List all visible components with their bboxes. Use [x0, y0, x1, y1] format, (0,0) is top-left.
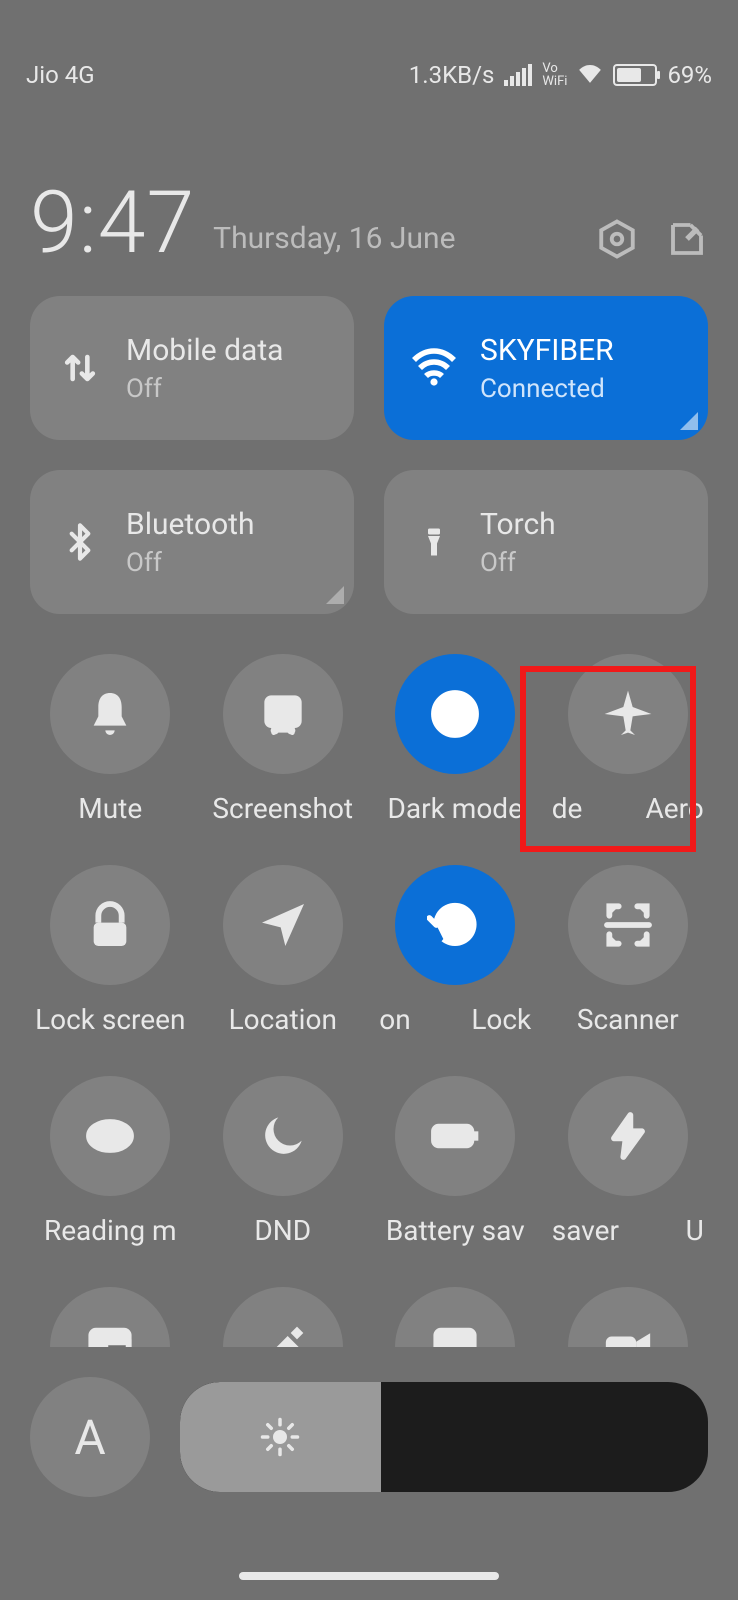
ultra-saver-label: saverU — [548, 1214, 708, 1247]
lockscreen-toggle[interactable]: Lock screen — [30, 865, 190, 1036]
bluetooth-icon — [54, 516, 106, 568]
vowifi-icon: VoWiFi — [542, 62, 567, 88]
airplane-label: deAero — [548, 792, 708, 825]
theme-toggle[interactable] — [203, 1287, 363, 1347]
scanner-label: Scanner — [548, 1003, 708, 1036]
brightness-row: A — [0, 1347, 738, 1497]
torch-icon — [408, 516, 460, 568]
netspeed-label: 1.3KB/s — [409, 61, 495, 89]
wifi-label: SKYFIBER — [480, 333, 614, 368]
bluetooth-label: Bluetooth — [126, 507, 255, 542]
cast-toggle[interactable] — [375, 1287, 535, 1347]
location-label: Location — [203, 1003, 363, 1036]
nav-handle[interactable] — [239, 1572, 499, 1580]
darkmode-label: Dark mode — [375, 792, 535, 825]
rotation-lock-toggle[interactable]: onLock — [375, 865, 535, 1036]
wifi-status-icon — [577, 61, 603, 89]
battery-icon — [613, 64, 657, 86]
carrier-label: Jio 4G — [26, 61, 95, 89]
wifi-tile[interactable]: SKYFIBER Connected — [384, 296, 708, 440]
auto-brightness-label: A — [74, 1409, 105, 1466]
mobile-data-label: Mobile data — [126, 333, 283, 368]
ultra-saver-toggle[interactable]: saverU — [548, 1076, 708, 1247]
auto-brightness-toggle[interactable]: A — [30, 1377, 150, 1497]
mute-label: Mute — [30, 792, 190, 825]
wifi-icon — [408, 342, 460, 394]
airplane-toggle[interactable]: deAero — [548, 654, 708, 825]
brightness-icon — [259, 1416, 301, 1458]
torch-tile[interactable]: Torch Off — [384, 470, 708, 614]
mobile-data-tile[interactable]: Mobile data Off — [30, 296, 354, 440]
mute-toggle[interactable]: Mute — [30, 654, 190, 825]
rotation-lock-label: onLock — [375, 1003, 535, 1036]
status-bar: Jio 4G 1.3KB/s VoWiFi 69% — [0, 0, 738, 130]
edit-icon[interactable] — [666, 218, 708, 260]
screenshot-label: Screenshot — [203, 792, 363, 825]
mobile-data-icon — [54, 342, 106, 394]
large-tiles-row-1: Mobile data Off SKYFIBER Connected — [0, 296, 738, 440]
battery-pct: 69% — [667, 61, 712, 89]
settings-icon[interactable] — [596, 218, 638, 260]
toggle-row-1: Mute Screenshot Dark mode deAero — [0, 654, 738, 825]
expand-icon — [326, 586, 344, 604]
toggle-row-4 — [0, 1287, 738, 1347]
bluetooth-tile[interactable]: Bluetooth Off — [30, 470, 354, 614]
reading-label: Reading m — [30, 1214, 190, 1247]
signal-icon — [504, 64, 532, 86]
clock-row: 9:47 Thursday, 16 June — [0, 130, 738, 296]
toggle-row-3: Reading m DND Battery sav saverU — [0, 1076, 738, 1247]
status-right: 1.3KB/s VoWiFi 69% — [409, 61, 712, 89]
bluetooth-sub: Off — [126, 548, 255, 578]
lockscreen-label: Lock screen — [30, 1003, 190, 1036]
darkmode-toggle[interactable]: Dark mode — [375, 654, 535, 825]
large-tiles-row-2: Bluetooth Off Torch Off — [0, 470, 738, 614]
dnd-label: DND — [203, 1214, 363, 1247]
clock-time: 9:47 — [30, 180, 195, 266]
battery-saver-label: Battery sav — [375, 1214, 535, 1247]
dnd-toggle[interactable]: DND — [203, 1076, 363, 1247]
clock-date: Thursday, 16 June — [213, 221, 578, 266]
torch-label: Torch — [480, 507, 556, 542]
torch-sub: Off — [480, 548, 556, 578]
expand-icon — [680, 412, 698, 430]
record-toggle[interactable] — [548, 1287, 708, 1347]
scanner-toggle[interactable]: Scanner — [548, 865, 708, 1036]
wifi-sub: Connected — [480, 374, 614, 404]
mobile-data-sub: Off — [126, 374, 283, 404]
screenshot-toggle[interactable]: Screenshot — [203, 654, 363, 825]
toggle-row-2: Lock screen Location onLock Scanner — [0, 865, 738, 1036]
floating-window-toggle[interactable] — [30, 1287, 190, 1347]
reading-mode-toggle[interactable]: Reading m — [30, 1076, 190, 1247]
battery-saver-toggle[interactable]: Battery sav — [375, 1076, 535, 1247]
location-toggle[interactable]: Location — [203, 865, 363, 1036]
brightness-slider[interactable] — [180, 1382, 708, 1492]
